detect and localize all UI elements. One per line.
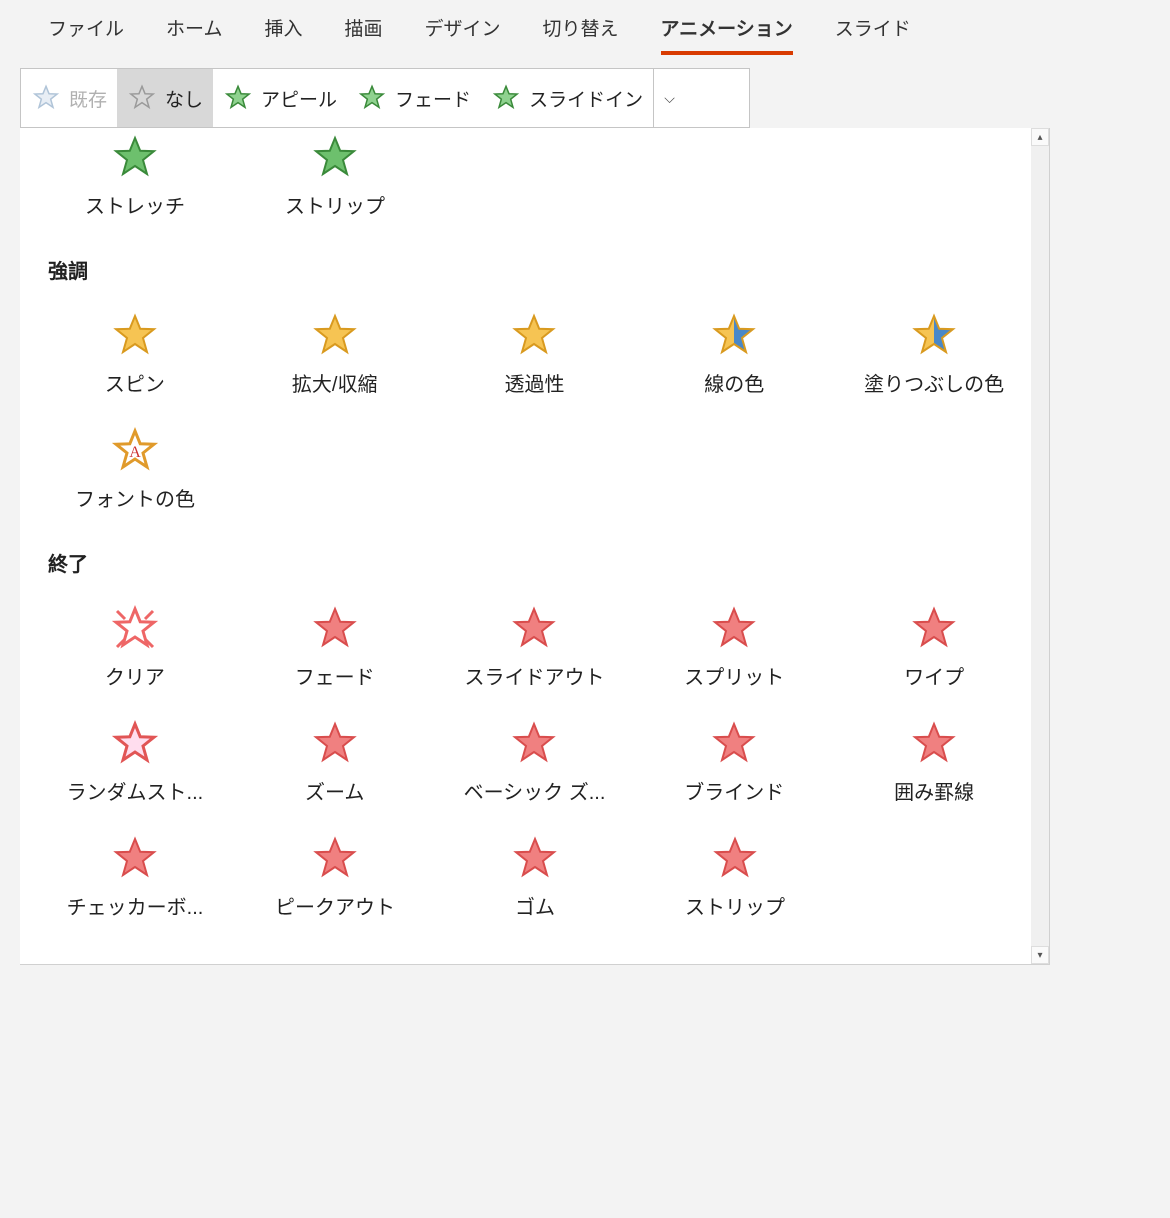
anim-tile[interactable]: チェッカーボ...	[40, 829, 230, 926]
anim-tile-label: ストレッチ	[85, 190, 185, 219]
section-header: 終了	[48, 548, 1029, 577]
star-icon	[127, 83, 157, 113]
anim-tile-label: フォントの色	[75, 483, 195, 512]
anim-tile-label: ワイプ	[904, 661, 964, 690]
anim-tile[interactable]: フェード	[240, 599, 430, 696]
anim-tile-label: チェッカーボ...	[67, 891, 204, 920]
anim-tile[interactable]: 拡大/収縮	[240, 306, 430, 403]
gallery-item-1[interactable]: なし	[117, 69, 213, 127]
star-icon	[491, 83, 521, 113]
anim-tile[interactable]: ゴム	[440, 829, 630, 926]
anim-tile-label: スライドアウト	[464, 661, 604, 690]
tab-7[interactable]: スライド	[835, 10, 911, 51]
gallery-dropdown-button[interactable]: ⌵	[653, 69, 685, 127]
star-icon	[910, 605, 958, 653]
anim-tile[interactable]: 透過性	[440, 306, 630, 403]
star-icon: A	[111, 427, 159, 475]
gallery-item-label: スライドイン	[529, 85, 643, 112]
star-icon	[311, 835, 359, 883]
anim-tile-label: ストリップ	[285, 190, 385, 219]
anim-tile-label: クリア	[105, 661, 165, 690]
star-icon	[510, 720, 558, 768]
gallery-item-3[interactable]: フェード	[347, 69, 481, 127]
star-icon	[111, 720, 159, 768]
star-icon	[111, 134, 159, 182]
star-icon	[111, 605, 159, 653]
anim-tile-label: 透過性	[504, 368, 564, 397]
anim-tile-label: 塗りつぶしの色	[864, 368, 1004, 397]
anim-tile[interactable]: ピークアウト	[240, 829, 430, 926]
star-icon	[511, 835, 559, 883]
star-icon	[711, 835, 759, 883]
anim-tile[interactable]: スプリット	[639, 599, 829, 696]
star-icon	[910, 720, 958, 768]
ribbon-tabs: ファイル ホーム 挿入 描画 デザイン 切り替え アニメーション スライド	[0, 0, 1170, 58]
gallery-item-0: 既存	[21, 69, 117, 127]
svg-text:A: A	[129, 444, 141, 461]
tab-6[interactable]: アニメーション	[661, 10, 793, 55]
anim-tile-label: ランダムスト...	[67, 776, 204, 805]
anim-tile-label: ブラインド	[684, 776, 784, 805]
tab-5[interactable]: 切り替え	[543, 10, 619, 51]
anim-tile-label: ベーシック ズ...	[464, 776, 606, 805]
star-icon	[357, 83, 387, 113]
gallery-item-label: なし	[165, 85, 203, 112]
anim-tile[interactable]: 囲み罫線	[839, 714, 1029, 811]
star-icon	[311, 312, 359, 360]
anim-tile[interactable]: ストリップ	[640, 829, 830, 926]
gallery-item-4[interactable]: スライドイン	[481, 69, 653, 127]
star-icon	[710, 312, 758, 360]
anim-tile-label: スピン	[105, 368, 165, 397]
anim-tile[interactable]: A フォントの色	[40, 421, 230, 518]
anim-tile-label: フェード	[295, 661, 375, 690]
anim-tile[interactable]: 塗りつぶしの色	[839, 306, 1029, 403]
tab-3[interactable]: 描画	[344, 10, 382, 51]
star-icon	[111, 312, 159, 360]
star-icon	[311, 605, 359, 653]
anim-tile[interactable]: ベーシック ズ...	[440, 714, 630, 811]
scroll-down-button[interactable]: ▾	[1031, 946, 1049, 964]
anim-tile[interactable]: スピン	[40, 306, 230, 403]
anim-tile[interactable]: ズーム	[240, 714, 430, 811]
anim-tile[interactable]: ストレッチ	[40, 128, 230, 225]
star-icon	[910, 312, 958, 360]
anim-tile[interactable]: ブラインド	[639, 714, 829, 811]
gallery-item-2[interactable]: アピール	[213, 69, 347, 127]
animation-dropdown-panel: ▴ ▾ ストレッチストリップ強調スピン拡大/収縮透過性線の色塗りつぶしの色Aフォ…	[20, 128, 1050, 965]
star-icon	[710, 605, 758, 653]
animation-gallery-bar: 既存 なし アピール フェード スライドイン ⌵	[20, 68, 750, 128]
star-icon	[710, 720, 758, 768]
anim-tile-label: 囲み罫線	[894, 776, 974, 805]
star-icon	[111, 835, 159, 883]
anim-tile[interactable]: クリア	[40, 599, 230, 696]
tab-0[interactable]: ファイル	[48, 10, 124, 51]
anim-tile[interactable]: ランダムスト...	[40, 714, 230, 811]
anim-tile-label: ズーム	[305, 776, 364, 805]
anim-tile[interactable]: ワイプ	[839, 599, 1029, 696]
anim-tile-label: ゴム	[515, 891, 555, 920]
section-header: 強調	[48, 255, 1029, 284]
anim-tile[interactable]: ストリップ	[240, 128, 430, 225]
star-icon	[31, 83, 61, 113]
star-icon	[223, 83, 253, 113]
anim-tile-label: 拡大/収縮	[292, 368, 378, 397]
star-icon	[311, 134, 359, 182]
star-icon	[311, 720, 359, 768]
anim-tile-label: 線の色	[704, 368, 764, 397]
anim-tile-label: ピークアウト	[275, 891, 395, 920]
tab-4[interactable]: デザイン	[424, 10, 500, 51]
star-icon	[510, 605, 558, 653]
tab-1[interactable]: ホーム	[166, 10, 222, 51]
scrollbar[interactable]: ▴ ▾	[1031, 128, 1049, 964]
gallery-item-label: フェード	[395, 85, 471, 112]
gallery-item-label: 既存	[69, 85, 107, 112]
gallery-item-label: アピール	[261, 85, 337, 112]
anim-tile-label: スプリット	[684, 661, 784, 690]
anim-tile[interactable]: スライドアウト	[440, 599, 630, 696]
scroll-up-button[interactable]: ▴	[1031, 128, 1049, 146]
anim-tile[interactable]: 線の色	[639, 306, 829, 403]
tab-2[interactable]: 挿入	[264, 10, 302, 51]
anim-tile-label: ストリップ	[685, 891, 785, 920]
star-icon	[510, 312, 558, 360]
